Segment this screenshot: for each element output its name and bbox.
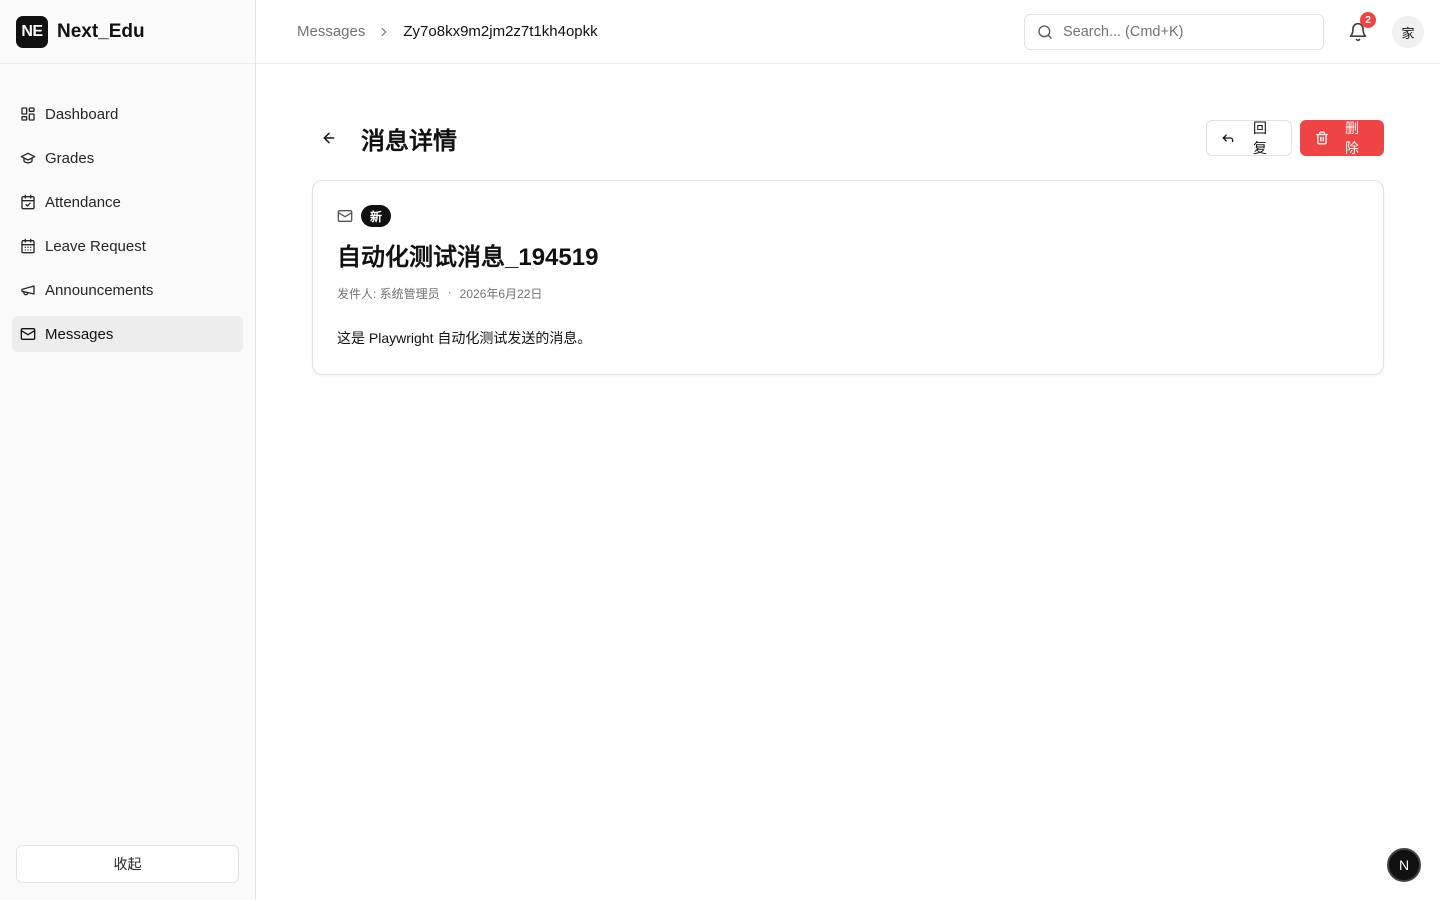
search-icon — [1038, 25, 1052, 39]
page-actions: 回复 删除 — [1206, 120, 1384, 156]
calendar-icon — [21, 238, 35, 254]
breadcrumb-current: Zy7o8kx9m2jm2z7t1kh4opkk — [403, 23, 598, 40]
arrow-left-icon — [323, 132, 335, 144]
mail-icon — [20, 328, 36, 340]
message-sender: 发件人: 系统管理员 — [337, 287, 440, 301]
sidebar-item-label: Grades — [45, 149, 95, 167]
avatar[interactable]: 家 — [1392, 16, 1424, 48]
topbar: Messages Zy7o8kx9m2jm2z7t1kh4opkk 2 家 — [256, 0, 1440, 64]
megaphone-icon — [21, 285, 35, 296]
chevron-right-icon — [382, 27, 387, 36]
sidebar-item-messages[interactable]: Messages — [12, 316, 243, 352]
sidebar-item-leave-request[interactable]: Leave Request — [12, 228, 243, 264]
sidebar-item-attendance[interactable]: Attendance — [12, 184, 243, 220]
mail-icon — [337, 210, 353, 222]
notification-count-badge: 2 — [1360, 12, 1376, 28]
sidebar-item-announcements[interactable]: Announcements — [12, 272, 243, 308]
search-input[interactable] — [1063, 24, 1303, 40]
message-title: 自动化测试消息_194519 — [337, 244, 599, 271]
reply-button-label: 回复 — [1253, 120, 1267, 156]
search-box[interactable] — [1024, 14, 1324, 50]
message-card: 新 自动化测试消息_194519 发件人: 系统管理员 · 2026年6月22日… — [312, 180, 1384, 375]
app-root: NE Next_Edu Dashboard Grades Attendance … — [0, 0, 1440, 900]
page-header: 消息详情 回复 删除 — [312, 64, 1384, 180]
brand[interactable]: NE Next_Edu — [0, 0, 255, 64]
message-date: 2026年6月22日 — [459, 287, 543, 301]
dashboard-icon — [21, 107, 35, 121]
sidebar-item-label: Leave Request — [45, 237, 146, 255]
main-area: Messages Zy7o8kx9m2jm2z7t1kh4opkk 2 家 — [256, 0, 1440, 900]
message-body: 这是 Playwright 自动化测试发送的消息。 — [337, 330, 592, 346]
back-button[interactable] — [317, 126, 341, 150]
reply-button[interactable]: 回复 — [1206, 120, 1292, 156]
reply-icon — [1222, 134, 1234, 143]
dev-tools-badge[interactable]: N — [1387, 848, 1421, 882]
sidebar-item-grades[interactable]: Grades — [12, 140, 243, 176]
sidebar-item-label: Dashboard — [45, 105, 119, 123]
sidebar: NE Next_Edu Dashboard Grades Attendance … — [0, 0, 256, 900]
sidebar-item-dashboard[interactable]: Dashboard — [12, 96, 243, 132]
brand-name: Next_Edu — [57, 20, 145, 42]
collapse-sidebar-button[interactable]: 收起 — [16, 845, 239, 883]
breadcrumb: Messages Zy7o8kx9m2jm2z7t1kh4opkk — [297, 23, 598, 40]
notifications-button[interactable]: 2 — [1344, 12, 1376, 46]
message-meta: 发件人: 系统管理员 · 2026年6月22日 — [337, 285, 1359, 302]
graduation-cap-icon — [20, 152, 36, 164]
title-group: 消息详情 — [312, 121, 457, 156]
meta-separator: · — [447, 285, 452, 299]
sidebar-item-label: Attendance — [45, 193, 121, 211]
message-card-header: 新 — [337, 205, 1359, 227]
sidebar-item-label: Messages — [45, 325, 114, 343]
sidebar-nav: Dashboard Grades Attendance Leave Reques… — [0, 64, 255, 352]
trash-icon — [1316, 131, 1328, 145]
brand-logo: NE — [16, 15, 48, 48]
calendar-check-icon — [21, 194, 35, 210]
content: 消息详情 回复 删除 新 自动化测试消息_194519 发件人: 系统管理员 ·… — [256, 64, 1440, 375]
new-badge: 新 — [361, 205, 392, 227]
delete-button-label: 删除 — [1345, 120, 1359, 156]
delete-button[interactable]: 删除 — [1300, 120, 1384, 156]
breadcrumb-messages-link[interactable]: Messages — [297, 23, 365, 40]
sidebar-item-label: Announcements — [45, 281, 154, 299]
page-title: 消息详情 — [361, 127, 457, 155]
